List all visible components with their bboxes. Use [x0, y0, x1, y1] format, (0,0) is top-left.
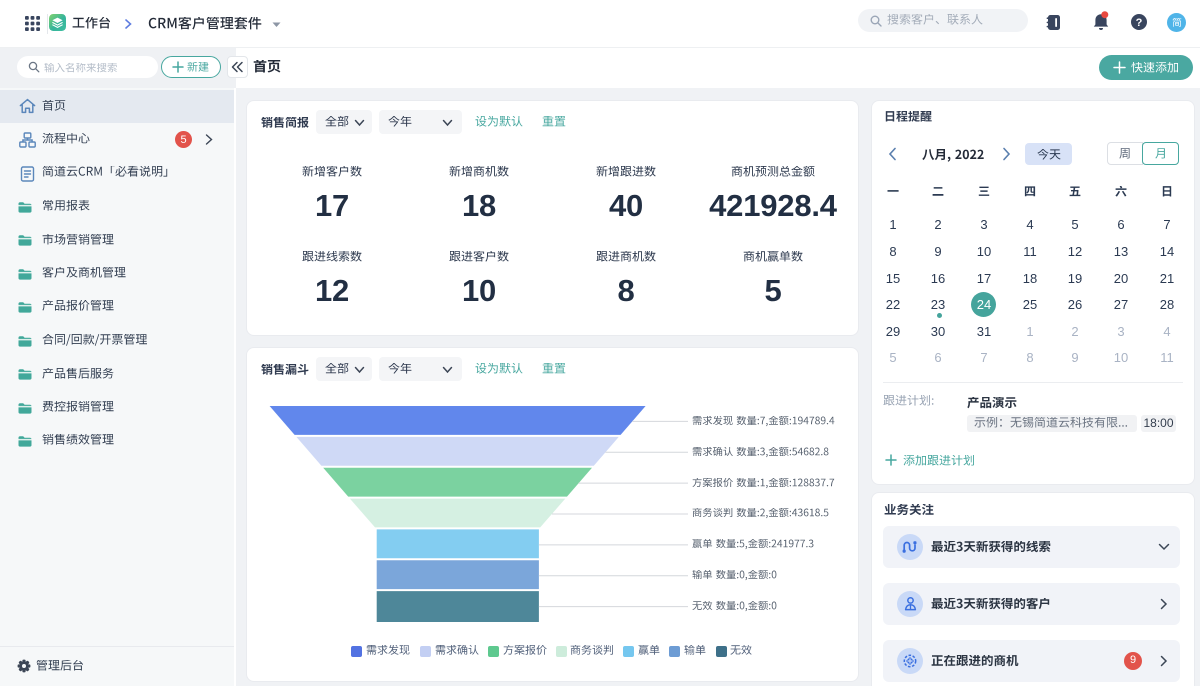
svg-text:?: ?: [1136, 17, 1143, 29]
